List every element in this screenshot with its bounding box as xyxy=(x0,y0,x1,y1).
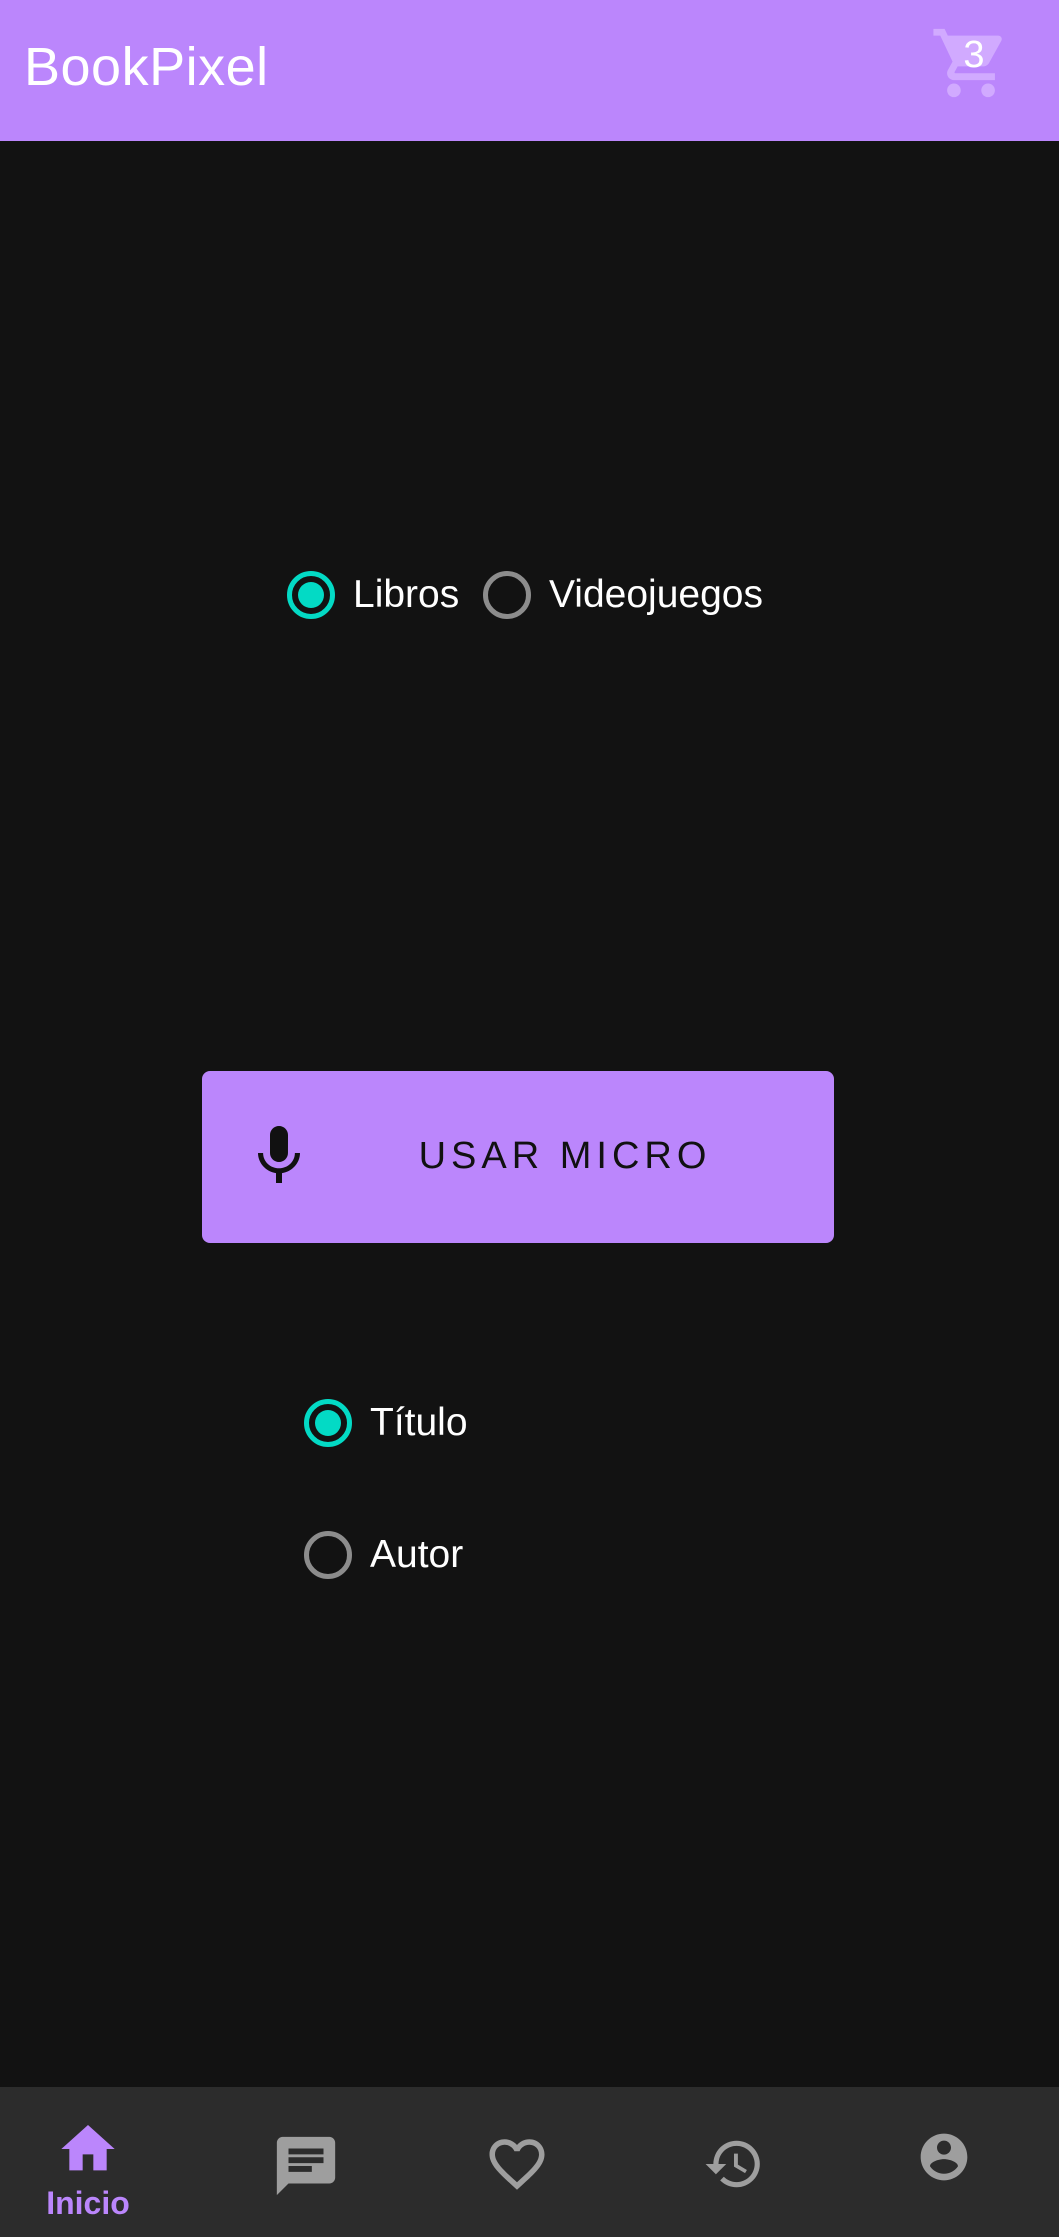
radio-libros[interactable]: Libros xyxy=(287,571,459,619)
radio-autor-indicator[interactable] xyxy=(304,1531,352,1579)
radio-titulo-indicator[interactable] xyxy=(304,1399,352,1447)
radio-libros-label: Libros xyxy=(353,573,460,616)
nav-item-favorites[interactable] xyxy=(422,2087,633,2237)
bottom-navigation: Inicio xyxy=(0,2087,1059,2237)
nav-label-inicio: Inicio xyxy=(46,2185,130,2221)
chat-icon xyxy=(276,2136,336,2196)
microphone-icon xyxy=(258,1126,300,1183)
screen: BookPixel 3 Libros Videojuegos USAR MICR… xyxy=(0,0,1059,2237)
radio-libros-indicator[interactable] xyxy=(287,571,335,619)
radio-titulo-label: Título xyxy=(370,1401,468,1444)
home-icon xyxy=(61,2125,115,2171)
radio-autor-label: Autor xyxy=(370,1533,464,1576)
use-mic-label: USAR MICRO xyxy=(418,1135,712,1177)
heart-icon xyxy=(489,2139,545,2190)
radio-videojuegos-indicator[interactable] xyxy=(483,571,531,619)
radio-autor[interactable]: Autor xyxy=(304,1531,463,1579)
cart-count-badge: 3 xyxy=(963,34,985,76)
nav-item-inicio[interactable]: Inicio xyxy=(0,2087,211,2237)
radio-videojuegos[interactable]: Videojuegos xyxy=(483,571,763,619)
history-icon xyxy=(705,2140,760,2188)
cart-button[interactable]: 3 xyxy=(930,22,1012,104)
app-title: BookPixel xyxy=(24,37,269,97)
radio-titulo[interactable]: Título xyxy=(304,1399,468,1447)
account-icon xyxy=(920,2133,968,2181)
nav-item-chat[interactable] xyxy=(211,2087,422,2237)
app-bar: BookPixel 3 xyxy=(0,0,1059,141)
radio-videojuegos-label: Videojuegos xyxy=(549,573,763,616)
nav-item-history[interactable] xyxy=(633,2087,844,2237)
nav-item-account[interactable] xyxy=(844,2087,1055,2237)
